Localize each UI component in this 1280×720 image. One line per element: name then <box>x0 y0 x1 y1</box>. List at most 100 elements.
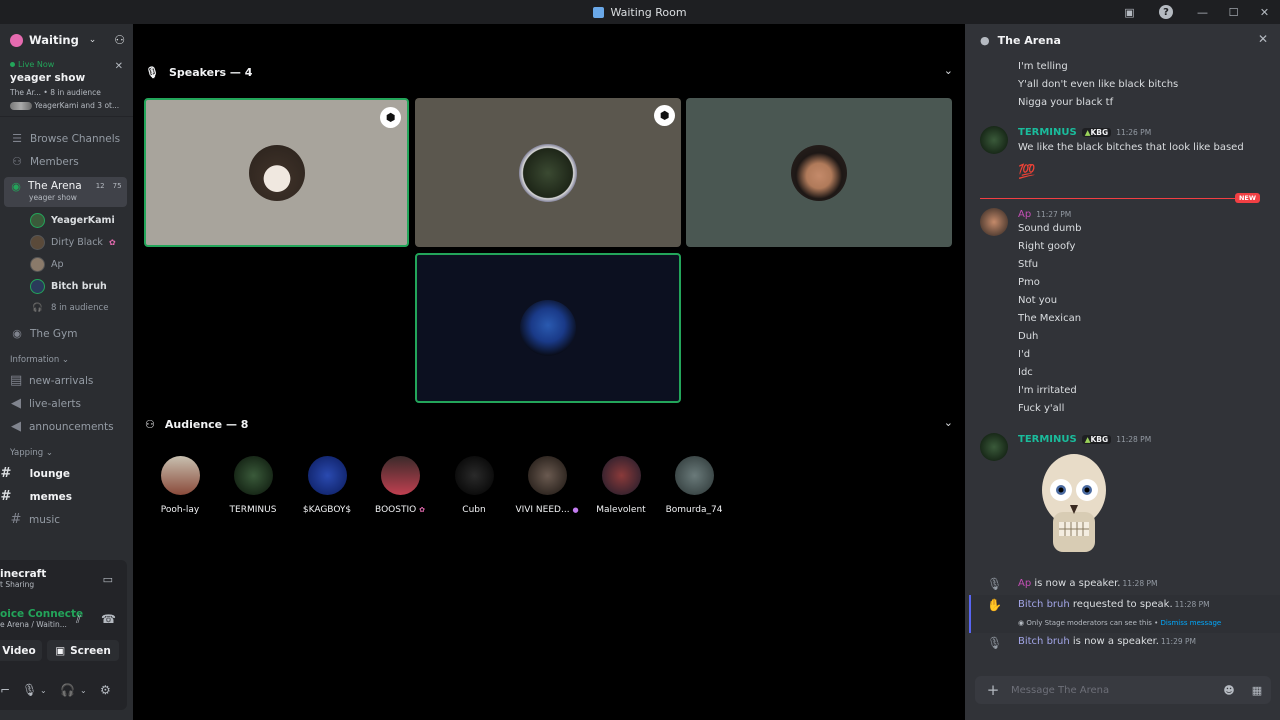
message-input[interactable]: Message The Arena <box>1011 685 1215 696</box>
microphone-icon: 🎙 <box>145 66 159 79</box>
avatar <box>160 456 200 495</box>
message-composer[interactable]: + Message The Arena ☻ ▦ <box>975 676 1271 704</box>
username[interactable]: Ap <box>1018 209 1031 220</box>
apps-icon[interactable]: ▦ <box>1243 684 1271 697</box>
message-line: I'd <box>1018 349 1031 360</box>
user-panel: inecraft t Sharing ▭ oice Connecte e Are… <box>0 560 127 710</box>
audience-member[interactable]: Bomurda_74 <box>658 456 730 515</box>
avatar <box>307 456 347 495</box>
stage-name: The Arena <box>28 180 82 192</box>
activity-sub: t Sharing <box>0 580 35 589</box>
speaker-tile[interactable]: ⬢ <box>144 98 409 247</box>
chevron-down-icon[interactable]: ⌄ <box>40 686 47 695</box>
speaker-item[interactable]: YeagerKami <box>0 209 133 231</box>
moderator-note: ◉ Only Stage moderators can see this • D… <box>1018 619 1222 627</box>
category-information[interactable]: Information ⌄ <box>0 345 133 369</box>
app-icon <box>593 6 605 18</box>
live-now-card[interactable]: Live Now yeager show The Ar... • 8 in au… <box>0 56 133 117</box>
video-button[interactable]: Video <box>0 640 42 661</box>
screen-button[interactable]: ▣ Screen <box>47 640 119 661</box>
channel-music[interactable]: # music <box>0 508 133 531</box>
speaker-tile[interactable]: ⬢ <box>415 98 681 247</box>
audience-member[interactable]: Cubn <box>438 456 510 515</box>
channel-new-arrivals[interactable]: ▤ new-arrivals <box>0 369 133 392</box>
timestamp: 11:27 PM <box>1036 210 1072 219</box>
chat-title: The Arena <box>997 33 1061 47</box>
hash-icon: # <box>10 512 22 527</box>
chevron-down-icon[interactable]: ⌄ <box>944 416 953 429</box>
browse-channels[interactable]: ☰ Browse Channels <box>0 127 133 150</box>
microphone-icon[interactable]: 🎙 <box>22 683 37 697</box>
headphones-icon[interactable]: 🎧 <box>60 683 75 697</box>
audience-header: ⚇ Audience — 8 <box>145 418 249 431</box>
speaker-item[interactable]: Dirty Black ✿ <box>0 231 133 253</box>
audience-member[interactable]: VIVI NEED... ● <box>511 456 583 515</box>
guild-tag: ▲KBG <box>1081 435 1112 444</box>
user-avatar-icon[interactable]: ⌐ <box>0 683 10 697</box>
stage-channel-the-arena[interactable]: ◉ The Arena 12 75 yeager show <box>4 177 127 207</box>
gear-icon[interactable]: ⚙ <box>100 683 111 697</box>
speaker-item[interactable]: Bitch bruh <box>0 275 133 297</box>
noise-suppression-icon[interactable]: ⫽ <box>76 613 81 627</box>
emoji-icon[interactable]: ☻ <box>1215 684 1243 697</box>
inbox-icon[interactable]: ▣ <box>1114 0 1145 24</box>
speaker-tile[interactable] <box>415 253 681 403</box>
server-name: Waiting R... <box>29 33 83 47</box>
activity-row[interactable]: inecraft t Sharing <box>0 568 46 589</box>
message-line: I'm telling <box>1018 61 1068 72</box>
text-channel-icon: ▤ <box>10 373 23 388</box>
audience-member[interactable]: Pooh-lay <box>144 456 216 515</box>
username[interactable]: TERMINUS <box>1018 127 1077 138</box>
skull-sticker[interactable] <box>1037 450 1111 560</box>
message-header: Ap 11:27 PM <box>1018 209 1071 220</box>
add-user-icon[interactable]: ⚇ <box>114 33 125 47</box>
message-line: Sound dumb <box>1018 223 1082 234</box>
audience-member[interactable]: Malevolent <box>585 456 657 515</box>
channel-lounge[interactable]: # lounge <box>0 462 133 485</box>
announcement-icon: ◀ <box>11 419 21 434</box>
stage-icon: ◉ <box>11 179 21 193</box>
avatar <box>380 456 420 495</box>
username[interactable]: TERMINUS <box>1018 434 1077 445</box>
audience-member[interactable]: BOOSTIO ✿ <box>364 456 436 515</box>
close-window-button[interactable]: ✕ <box>1249 0 1280 24</box>
avatar[interactable] <box>980 126 1008 154</box>
minimize-button[interactable]: — <box>1187 0 1218 24</box>
message-line: Pmo <box>1018 277 1040 288</box>
category-yapping[interactable]: Yapping ⌄ <box>0 438 133 462</box>
guild-tag: ▲KBG <box>1081 128 1112 137</box>
announcement-icon: ◀ <box>11 396 21 411</box>
close-icon[interactable]: ✕ <box>115 61 123 72</box>
server-header[interactable]: Waiting R... ⌄ ⚇ <box>0 24 133 56</box>
chevron-down-icon[interactable]: ⌄ <box>944 64 953 77</box>
help-icon[interactable]: ? <box>1159 5 1173 19</box>
channel-live-alerts[interactable]: ◀ live-alerts <box>0 392 133 415</box>
speaker-tile[interactable] <box>686 98 952 247</box>
audience-count[interactable]: 🎧 8 in audience <box>0 297 133 319</box>
live-now-tag: Live Now <box>10 60 123 69</box>
message-header: TERMINUS ▲KBG 11:28 PM <box>1018 434 1151 445</box>
voice-status[interactable]: oice Connecte e Arena / Waitin... <box>0 608 83 629</box>
chevron-down-icon[interactable]: ⌄ <box>80 686 87 695</box>
audience-member[interactable]: TERMINUS <box>217 456 289 515</box>
voice-status-text: oice Connecte <box>0 608 84 620</box>
maximize-button[interactable]: ☐ <box>1218 0 1249 24</box>
speaker-item[interactable]: Ap <box>0 253 133 275</box>
raise-hand-icon: ✋ <box>987 598 1002 612</box>
close-icon[interactable]: ✕ <box>1258 32 1268 46</box>
channel-memes[interactable]: # memes <box>0 485 133 508</box>
stage-channel-the-gym[interactable]: ◉ The Gym <box>0 322 133 345</box>
avatar[interactable] <box>980 433 1008 461</box>
timestamp: 11:28 PM <box>1116 435 1152 444</box>
avatar[interactable] <box>980 208 1008 236</box>
audience-member[interactable]: $KAGBOY$ <box>291 456 363 515</box>
screen-share-icon[interactable]: ▭ <box>103 573 113 586</box>
members[interactable]: ⚇ Members <box>0 150 133 173</box>
eye-icon: ◉ <box>1018 619 1025 627</box>
disconnect-icon[interactable]: ☎ <box>101 612 116 626</box>
add-attachment-icon[interactable]: + <box>975 681 1011 699</box>
channel-announcements[interactable]: ◀ announcements <box>0 415 133 438</box>
system-message: Ap is now a speaker. 11:28 PM <box>1018 578 1158 589</box>
system-message: Bitch bruh is now a speaker. 11:29 PM <box>1018 636 1196 647</box>
dismiss-message-link[interactable]: Dismiss message <box>1161 619 1222 627</box>
